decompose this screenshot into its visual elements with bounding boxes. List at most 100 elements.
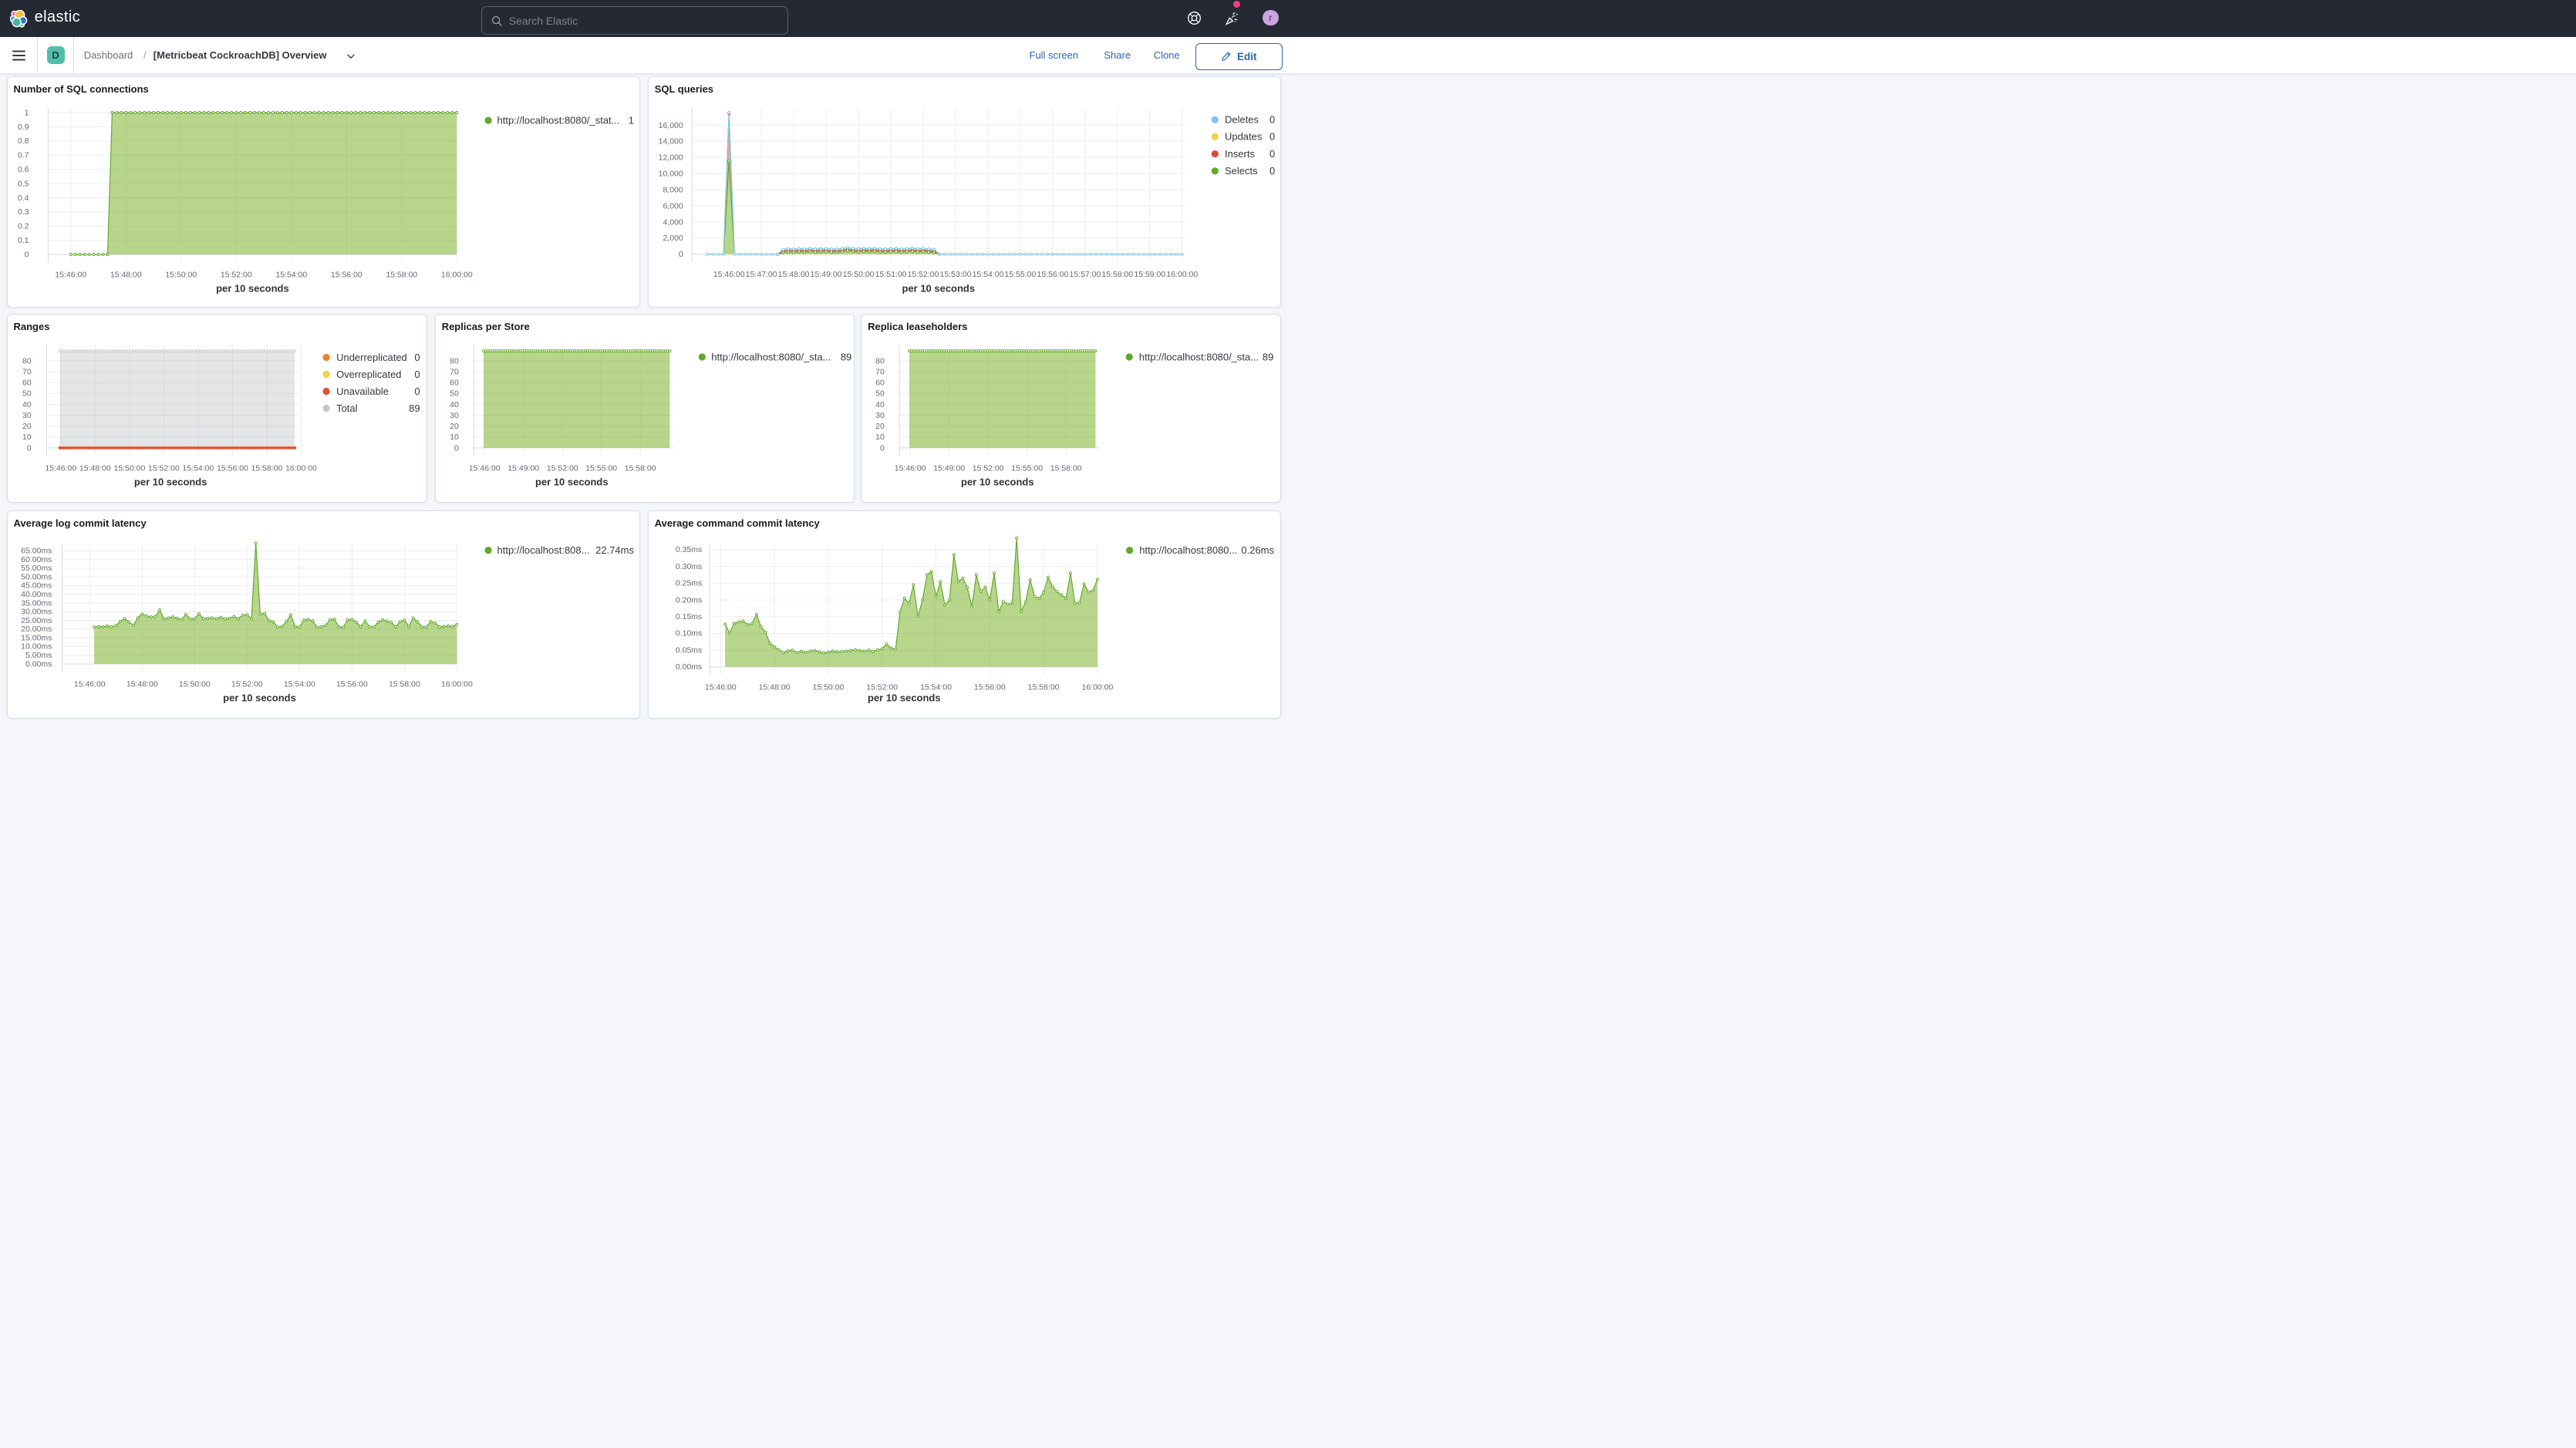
svg-text:10.00ms: 10.00ms <box>21 642 52 652</box>
svg-text:15:49:00: 15:49:00 <box>507 464 539 473</box>
svg-text:16,000: 16,000 <box>658 122 683 130</box>
svg-text:Total: Total <box>336 402 358 413</box>
svg-text:30: 30 <box>22 411 32 419</box>
svg-text:10: 10 <box>22 433 32 442</box>
svg-text:15:52:00: 15:52:00 <box>546 464 578 473</box>
svg-text:15:58:00: 15:58:00 <box>1101 271 1133 279</box>
svg-text:per 10 seconds: per 10 seconds <box>902 283 975 295</box>
svg-text:0.30ms: 0.30ms <box>676 563 702 571</box>
svg-text:0.20ms: 0.20ms <box>676 596 702 604</box>
svg-text:Deletes: Deletes <box>1225 114 1259 126</box>
svg-text:http://localhost:8080/_stat...: http://localhost:8080/_stat... <box>497 115 619 126</box>
svg-text:15:46:00: 15:46:00 <box>895 464 926 473</box>
svg-text:0.2: 0.2 <box>17 222 29 231</box>
svg-text:8,000: 8,000 <box>663 187 683 195</box>
svg-text:10: 10 <box>875 433 885 442</box>
svg-text:0.6: 0.6 <box>17 165 29 174</box>
svg-text:0: 0 <box>454 444 459 453</box>
svg-text:0: 0 <box>1269 148 1275 160</box>
svg-text:0: 0 <box>26 444 31 453</box>
svg-text:20: 20 <box>22 422 32 430</box>
svg-text:16:00:00: 16:00:00 <box>440 270 472 279</box>
svg-text:per 10 seconds: per 10 seconds <box>216 283 289 295</box>
svg-text:25.00ms: 25.00ms <box>21 616 52 625</box>
svg-text:15:55:00: 15:55:00 <box>1004 271 1036 279</box>
svg-text:40.00ms: 40.00ms <box>21 590 52 599</box>
svg-text:per 10 seconds: per 10 seconds <box>868 692 941 704</box>
svg-text:4,000: 4,000 <box>663 218 683 227</box>
svg-text:Updates: Updates <box>1225 131 1263 143</box>
svg-text:15:55:00: 15:55:00 <box>585 464 617 473</box>
svg-text:0: 0 <box>414 368 420 379</box>
svg-text:Unavailable: Unavailable <box>336 385 389 396</box>
svg-text:15.00ms: 15.00ms <box>21 633 52 642</box>
svg-text:70: 70 <box>22 368 32 376</box>
svg-text:15:48:00: 15:48:00 <box>110 270 141 279</box>
svg-text:60: 60 <box>875 379 885 387</box>
svg-text:15:46:00: 15:46:00 <box>468 464 500 473</box>
svg-text:50: 50 <box>875 389 885 398</box>
svg-text:16:00:00: 16:00:00 <box>1166 271 1198 279</box>
svg-text:80: 80 <box>875 357 885 365</box>
svg-text:60.00ms: 60.00ms <box>21 555 52 564</box>
svg-text:15:59:00: 15:59:00 <box>1134 271 1165 279</box>
svg-text:per 10 seconds: per 10 seconds <box>223 692 296 704</box>
svg-text:0: 0 <box>679 251 683 259</box>
svg-text:15:50:00: 15:50:00 <box>178 680 210 689</box>
svg-text:6,000: 6,000 <box>663 202 683 210</box>
svg-text:15:52:00: 15:52:00 <box>866 683 898 692</box>
svg-text:15:58:00: 15:58:00 <box>1027 683 1059 692</box>
svg-text:16:00:00: 16:00:00 <box>285 464 317 473</box>
svg-text:15:54:00: 15:54:00 <box>920 683 952 692</box>
svg-text:15:52:00: 15:52:00 <box>220 270 251 279</box>
svg-text:0.8: 0.8 <box>17 136 29 146</box>
svg-text:22.74ms: 22.74ms <box>595 544 634 556</box>
svg-text:15:58:00: 15:58:00 <box>386 270 417 279</box>
svg-text:15:52:00: 15:52:00 <box>147 464 179 473</box>
svg-text:80: 80 <box>22 357 32 365</box>
svg-text:Inserts: Inserts <box>1225 148 1255 160</box>
svg-text:65.00ms: 65.00ms <box>21 547 52 556</box>
svg-text:89: 89 <box>1263 351 1273 362</box>
svg-text:15:49:00: 15:49:00 <box>933 464 965 473</box>
svg-text:15:56:00: 15:56:00 <box>335 680 367 689</box>
svg-text:0.00ms: 0.00ms <box>25 659 51 668</box>
svg-text:40: 40 <box>450 400 459 409</box>
svg-text:15:46:00: 15:46:00 <box>73 680 105 689</box>
svg-text:15:57:00: 15:57:00 <box>1069 271 1101 279</box>
svg-text:0: 0 <box>1269 165 1275 177</box>
svg-text:15:54:00: 15:54:00 <box>972 271 1003 279</box>
svg-text:15:47:00: 15:47:00 <box>745 271 777 279</box>
svg-text:55.00ms: 55.00ms <box>21 564 52 573</box>
svg-text:0.4: 0.4 <box>17 194 29 203</box>
svg-text:15:50:00: 15:50:00 <box>113 464 145 473</box>
svg-text:15:46:00: 15:46:00 <box>705 683 737 692</box>
svg-text:60: 60 <box>22 379 32 387</box>
svg-text:Selects: Selects <box>1225 165 1258 177</box>
svg-text:15:56:00: 15:56:00 <box>217 464 248 473</box>
svg-text:0.05ms: 0.05ms <box>676 646 702 655</box>
svg-text:15:46:00: 15:46:00 <box>55 270 86 279</box>
svg-text:12,000: 12,000 <box>658 154 683 163</box>
svg-text:http://localhost:808...: http://localhost:808... <box>497 544 589 556</box>
svg-text:0.00ms: 0.00ms <box>676 663 702 672</box>
svg-text:30: 30 <box>450 411 459 419</box>
svg-text:70: 70 <box>450 368 459 376</box>
svg-text:0.26ms: 0.26ms <box>1241 544 1274 556</box>
svg-text:0: 0 <box>24 250 29 259</box>
svg-text:15:50:00: 15:50:00 <box>812 683 844 692</box>
svg-text:50: 50 <box>22 389 32 398</box>
svg-text:15:48:00: 15:48:00 <box>758 683 790 692</box>
svg-text:15:48:00: 15:48:00 <box>777 271 809 279</box>
svg-text:15:58:00: 15:58:00 <box>388 680 420 689</box>
svg-text:0.10ms: 0.10ms <box>676 630 702 638</box>
svg-text:0.9: 0.9 <box>17 123 29 132</box>
svg-text:Underreplicated: Underreplicated <box>336 351 407 362</box>
svg-text:20.00ms: 20.00ms <box>21 625 52 634</box>
svg-text:2,000: 2,000 <box>663 234 683 243</box>
svg-text:0.15ms: 0.15ms <box>676 613 702 621</box>
svg-text:89: 89 <box>841 351 851 362</box>
svg-text:15:52:00: 15:52:00 <box>907 271 939 279</box>
svg-text:0.35ms: 0.35ms <box>676 546 702 554</box>
svg-text:15:46:00: 15:46:00 <box>45 464 76 473</box>
